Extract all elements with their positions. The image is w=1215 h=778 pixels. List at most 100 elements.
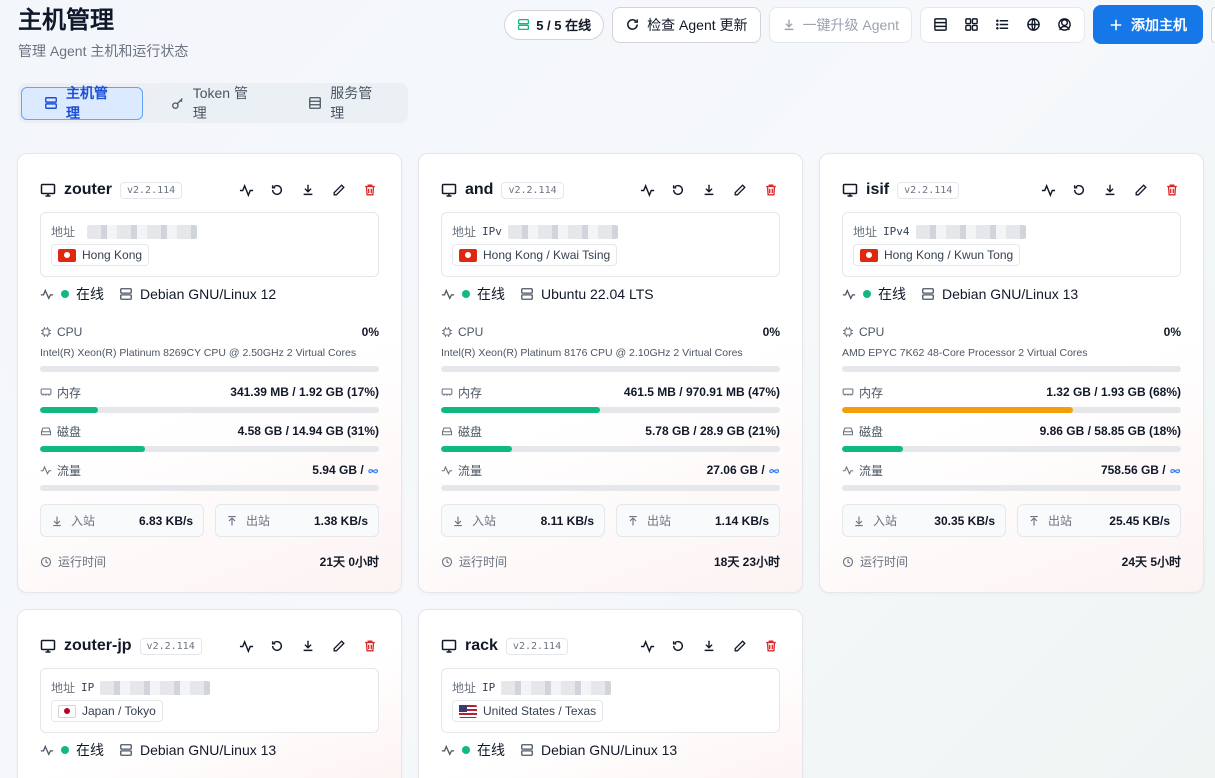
pulse-icon — [441, 287, 455, 301]
download-icon[interactable] — [299, 181, 317, 199]
flag-icon — [860, 248, 878, 262]
outbound-value: 1.38 KB/s — [313, 513, 368, 528]
edit-icon[interactable] — [731, 637, 749, 655]
online-status: 在线 — [76, 742, 104, 758]
os-info: Debian GNU/Linux 13 — [921, 286, 1078, 302]
infinity-icon — [367, 463, 379, 477]
host-actions — [1039, 181, 1181, 199]
disk-metric: 磁盘 5.78 GB / 28.9 GB (21%) — [441, 423, 780, 452]
activity-icon[interactable] — [638, 637, 656, 655]
os-name: Debian GNU/Linux 13 — [541, 742, 678, 758]
clock-icon — [441, 556, 453, 568]
delete-icon[interactable] — [361, 637, 379, 655]
grid-view-icon[interactable] — [956, 10, 987, 40]
location-text: Hong Kong / Kwai Tsing — [483, 248, 611, 262]
arrow-up-icon — [627, 515, 639, 527]
page-subtitle: 管理 Agent 主机和运行状态 — [18, 43, 189, 59]
traffic-bar — [40, 485, 379, 491]
disk-label: 磁盘 — [57, 424, 82, 439]
address-label: 地址 — [853, 225, 878, 239]
uptime-row: 运行时间 18天 23小时 — [441, 553, 780, 570]
globe-icon[interactable] — [1018, 10, 1049, 40]
location-text: United States / Texas — [483, 704, 597, 718]
list-view-icon[interactable] — [987, 10, 1018, 40]
address-box: 地址 IPv Hong Kong / Kwai Tsing — [441, 212, 780, 277]
restart-icon[interactable] — [1070, 181, 1088, 199]
outbound-label: 出站 — [1048, 514, 1073, 528]
cpu-label: CPU — [859, 325, 885, 339]
address-line: 地址 IPv — [452, 223, 618, 240]
overflow-button-edge[interactable] — [1211, 6, 1215, 43]
os-name: Ubuntu 22.04 LTS — [541, 286, 654, 302]
outbound-label: 出站 — [647, 514, 672, 528]
host-card-header: zouter-jp v2.2.114 — [40, 634, 379, 658]
ip-redacted — [507, 224, 618, 239]
cpu-icon — [40, 326, 52, 338]
address-line: 地址 IP — [452, 679, 612, 696]
pulse-icon — [842, 287, 856, 301]
edit-icon[interactable] — [330, 181, 348, 199]
download-icon[interactable] — [1101, 181, 1119, 199]
online-status: 在线 — [477, 286, 505, 302]
check-update-label: 检查 Agent 更新 — [647, 16, 748, 33]
user-icon[interactable] — [1049, 10, 1080, 40]
cpu-bar — [441, 366, 780, 372]
address-box: 地址 IP United States / Texas — [441, 668, 780, 733]
delete-icon[interactable] — [762, 181, 780, 199]
activity-icon[interactable] — [237, 181, 255, 199]
restart-icon[interactable] — [268, 181, 286, 199]
download-icon[interactable] — [700, 637, 718, 655]
memory-value: 461.5 MB / 970.91 MB (47%) — [623, 385, 780, 399]
cpu-bar — [40, 366, 379, 372]
table-view-icon[interactable] — [925, 10, 956, 40]
host-actions — [638, 181, 780, 199]
page-title: 主机管理 — [18, 7, 114, 34]
host-card-header: rack v2.2.114 — [441, 634, 780, 658]
tab-hosts[interactable]: 主机管理 — [21, 85, 143, 121]
download-icon — [782, 18, 796, 32]
add-host-button[interactable]: 添加主机 — [1093, 5, 1203, 44]
activity-icon[interactable] — [638, 181, 656, 199]
os-info: Debian GNU/Linux 12 — [119, 286, 276, 302]
memory-icon — [40, 386, 52, 398]
status-line: 在线 Ubuntu 22.04 LTS — [441, 285, 780, 303]
page-header: 主机管理 管理 Agent 主机和运行状态 — [18, 6, 188, 61]
inbound-speed: 入站 30.35 KB/s — [842, 504, 1006, 537]
restart-icon[interactable] — [669, 181, 687, 199]
upgrade-all-button[interactable]: 一键升级 Agent — [768, 6, 912, 43]
ip-redacted — [87, 224, 198, 239]
monitor-icon — [441, 638, 457, 654]
location-text: Japan / Tokyo — [82, 704, 156, 718]
activity-icon[interactable] — [1039, 181, 1057, 199]
cpu-metric: CPU 0% Intel(R) Xeon(R) Platinum 8269CY … — [40, 324, 379, 372]
ip-prefix: IP — [81, 681, 95, 694]
cpu-metric: CPU 0% Intel(R) Xeon(R) Platinum 8176 CP… — [441, 324, 780, 372]
cpu-model: AMD EPYC 7K62 48-Core Processor 2 Virtua… — [842, 347, 1088, 359]
delete-icon[interactable] — [762, 637, 780, 655]
location-text: Hong Kong / Kwun Tong — [884, 248, 1014, 262]
uptime-value: 21天 0小时 — [319, 555, 379, 569]
delete-icon[interactable] — [1163, 181, 1181, 199]
edit-icon[interactable] — [731, 181, 749, 199]
ip-prefix: IPv4 — [883, 225, 910, 238]
address-line: 地址 IPv4 — [853, 223, 1026, 240]
download-icon[interactable] — [299, 637, 317, 655]
check-update-button[interactable]: 检查 Agent 更新 — [612, 6, 761, 43]
activity-icon[interactable] — [237, 637, 255, 655]
edit-icon[interactable] — [330, 637, 348, 655]
edit-icon[interactable] — [1132, 181, 1150, 199]
tab-services[interactable]: 服务管理 — [286, 85, 405, 121]
outbound-label: 出站 — [246, 514, 271, 528]
os-name: Debian GNU/Linux 13 — [140, 742, 277, 758]
traffic-icon — [842, 464, 854, 476]
location-badge: Hong Kong — [51, 244, 150, 266]
restart-icon[interactable] — [268, 637, 286, 655]
tab-bar: 主机管理 Token 管理 服务管理 — [18, 83, 408, 123]
traffic-metric: 流量 5.94 GB / — [40, 462, 379, 491]
delete-icon[interactable] — [361, 181, 379, 199]
restart-icon[interactable] — [669, 637, 687, 655]
tab-tokens[interactable]: Token 管理 — [149, 85, 280, 121]
inbound-speed: 入站 8.11 KB/s — [441, 504, 605, 537]
download-icon[interactable] — [700, 181, 718, 199]
online-status: 在线 — [76, 286, 104, 302]
